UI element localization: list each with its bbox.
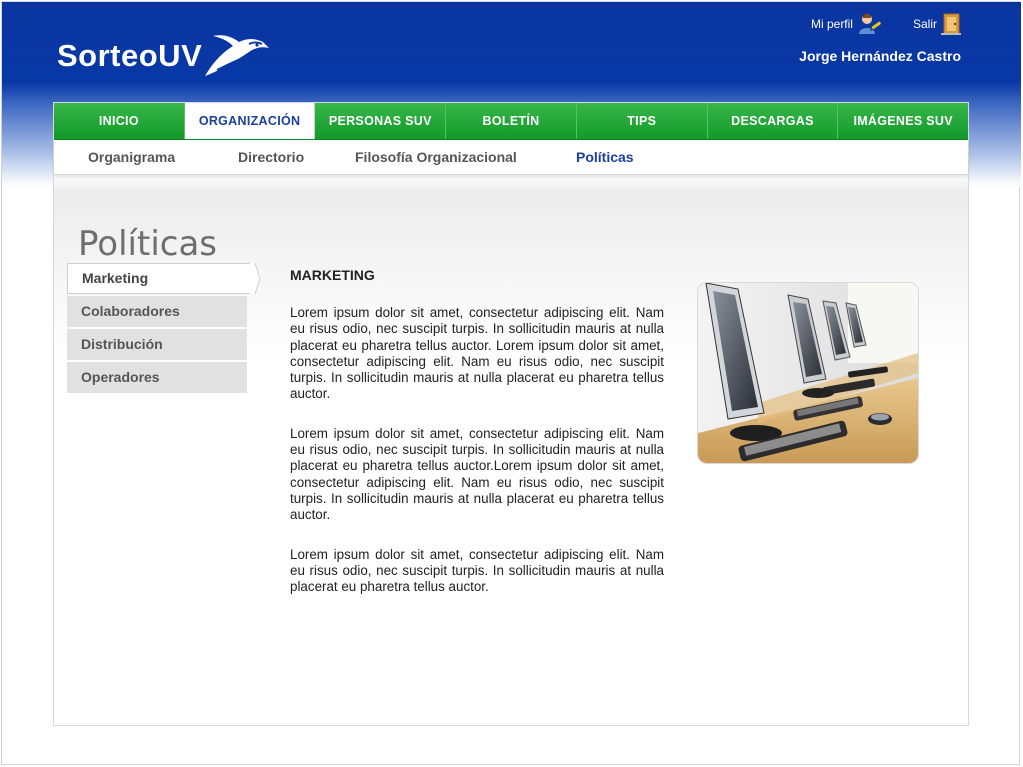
article-paragraph: Lorem ipsum dolor sit amet, consectetur …: [290, 305, 664, 402]
profile-label: Mi perfil: [810, 17, 853, 31]
side-menu: Marketing Colaboradores Distribución Ope…: [67, 263, 261, 395]
logo-text: SorteoUV: [57, 38, 203, 73]
tab-label: ORGANIZACIÓN: [198, 114, 301, 128]
user-edit-icon: [858, 13, 881, 34]
computer-lab-illustration: [698, 283, 918, 463]
page-frame: SorteoUV Mi perfil Salir Jorge Hernández…: [1, 1, 1021, 765]
tab-inicio[interactable]: INICIO: [54, 103, 185, 139]
tab-label: BOLETÍN: [482, 114, 540, 128]
tab-organizacion[interactable]: ORGANIZACIÓN: [184, 103, 316, 139]
sub-nav: Organigrama Directorio Filosofía Organiz…: [54, 140, 968, 175]
subnav-organigrama[interactable]: Organigrama: [88, 149, 175, 165]
side-item-marketing[interactable]: Marketing: [67, 263, 261, 294]
content-panel: INICIO ORGANIZACIÓN PERSONAS SUV BOLETÍN…: [53, 102, 969, 726]
subnav-filosofia-organizacional[interactable]: Filosofía Organizacional: [355, 149, 517, 165]
tab-descargas[interactable]: DESCARGAS: [708, 103, 839, 139]
door-exit-icon: [941, 13, 961, 35]
user-name: Jorge Hernández Castro: [799, 48, 961, 64]
side-item-label: Marketing: [82, 270, 149, 286]
article: MARKETING Lorem ipsum dolor sit amet, co…: [290, 267, 664, 618]
computer-lab-photo: [697, 282, 919, 464]
tab-label: IMÁGENES SUV: [853, 114, 953, 128]
tab-label: DESCARGAS: [731, 114, 814, 128]
tab-tips[interactable]: TIPS: [577, 103, 708, 139]
article-paragraph: Lorem ipsum dolor sit amet, consectetur …: [290, 425, 664, 523]
active-arrow-icon: [250, 263, 261, 294]
eagle-icon: [205, 35, 269, 76]
article-paragraph: Lorem ipsum dolor sit amet, consectetur …: [290, 546, 664, 595]
side-item-colaboradores[interactable]: Colaboradores: [67, 296, 247, 327]
side-item-operadores[interactable]: Operadores: [67, 362, 247, 393]
tab-label: TIPS: [627, 114, 657, 128]
tab-boletin[interactable]: BOLETÍN: [446, 103, 577, 139]
user-links: Mi perfil Salir Jorge Hernández Castro: [799, 12, 961, 64]
logout-label: Salir: [912, 17, 937, 31]
subnav-politicas[interactable]: Políticas: [576, 149, 634, 165]
side-item-distribucion[interactable]: Distribución: [67, 329, 247, 360]
page-title: Políticas: [78, 223, 218, 264]
side-item-label: Colaboradores: [81, 303, 180, 319]
tab-label: INICIO: [98, 114, 139, 128]
profile-link[interactable]: Mi perfil: [811, 12, 883, 36]
tab-personas-suv[interactable]: PERSONAS SUV: [315, 103, 447, 139]
tab-label: PERSONAS SUV: [328, 114, 432, 128]
side-item-label: Operadores: [81, 369, 160, 385]
logout-link[interactable]: Salir: [913, 13, 961, 35]
tab-imagenes-suv[interactable]: IMÁGENES SUV: [838, 103, 968, 139]
main-nav: INICIO ORGANIZACIÓN PERSONAS SUV BOLETÍN…: [54, 103, 968, 141]
sorteouv-logo[interactable]: SorteoUV: [57, 30, 273, 82]
subnav-directorio[interactable]: Directorio: [238, 149, 304, 165]
user-actions: Mi perfil Salir: [799, 12, 961, 36]
side-item-label: Distribución: [81, 336, 163, 352]
article-heading: MARKETING: [290, 267, 375, 283]
